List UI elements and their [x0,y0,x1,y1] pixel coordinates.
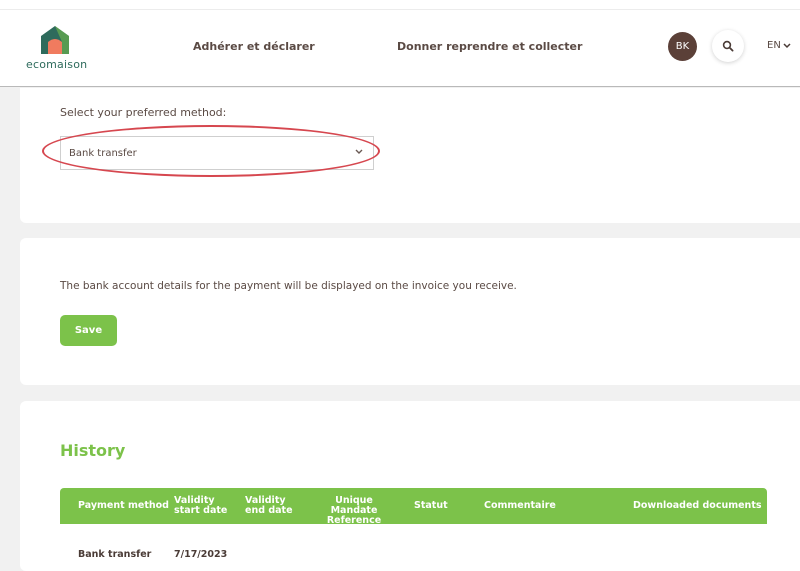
chevron-down-icon [355,149,363,154]
col-unique-mandate-reference: Unique Mandate Reference [326,495,382,526]
brand-name: ecomaison [26,58,88,71]
col-validity-end: Validity end date [245,495,293,516]
history-table-header: Payment method Validity start date Valid… [60,488,767,526]
col-validity-start: Validity start date [174,495,228,516]
search-button[interactable] [712,30,744,62]
col-payment-method: Payment method [78,500,169,511]
ecomaison-logo[interactable]: ecomaison [22,24,92,76]
search-icon [722,40,734,52]
top-strip [0,0,800,10]
site-header: ecomaison Adhérer et déclarer Donner rep… [0,10,800,87]
col-statut: Statut [414,500,448,511]
row-validity-start: 7/17/2023 [174,549,228,560]
history-title: History [60,441,126,460]
user-avatar[interactable]: BK [668,32,697,61]
save-button[interactable]: Save [60,315,117,346]
method-label: Select your preferred method: [60,106,227,119]
row-payment-method: Bank transfer [78,549,152,560]
selected-method: Bank transfer [69,148,137,159]
col-downloaded-documents: Downloaded documents [633,500,762,511]
payment-method-card: Select your preferred method: Bank trans… [20,88,800,223]
col-commentaire: Commentaire [484,500,556,511]
nav-adherer-declarer[interactable]: Adhérer et déclarer [193,40,315,53]
nav-donner-reprendre-collecter[interactable]: Donner reprendre et collecter [397,40,582,53]
house-logo-icon [41,26,69,54]
bank-details-card: The bank account details for the payment… [20,238,800,385]
language-code: EN [767,40,781,51]
history-card: History Payment method Validity start da… [20,401,800,571]
chevron-down-icon [783,42,791,48]
bank-note: The bank account details for the payment… [60,280,517,292]
payment-method-select[interactable]: Bank transfer [60,136,374,170]
language-selector[interactable]: EN [767,40,791,51]
